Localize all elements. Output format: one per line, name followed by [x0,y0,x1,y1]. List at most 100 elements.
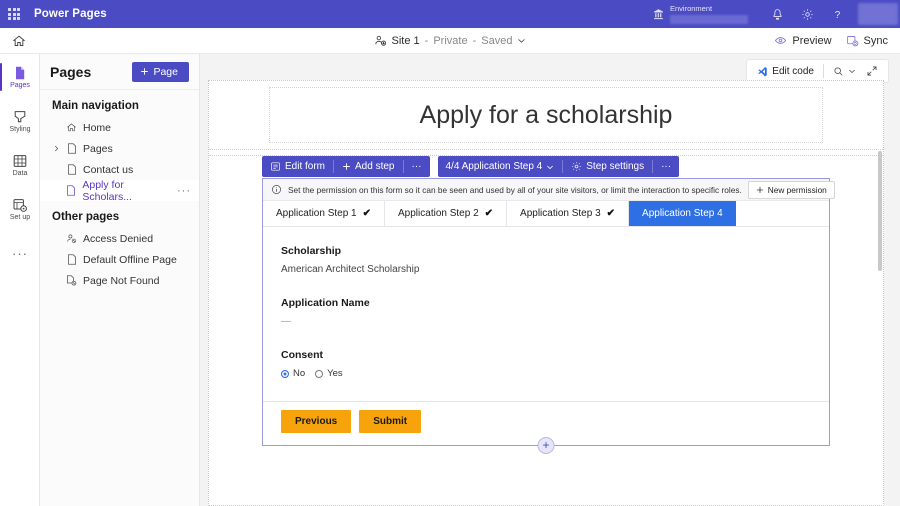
home-icon[interactable] [0,28,38,54]
check-icon: ✔ [485,208,493,219]
form-floating-toolbar: Edit form Add step ··· 4/4 Application S [262,156,679,177]
form-overflow-button[interactable]: ··· [404,156,430,177]
step-selector-dropdown[interactable]: 4/4 Application Step 4 [438,156,563,177]
add-page-label: Page [153,66,178,78]
edit-code-label: Edit code [772,66,814,77]
permission-banner: Set the permission on this form so it ca… [263,179,829,201]
zoom-control[interactable] [829,64,860,79]
sidebar-item-pages[interactable]: Pages [40,138,199,159]
tab-application-step-2[interactable]: Application Step 2 ✔ [385,201,507,226]
plus-icon [756,186,764,194]
add-section-button[interactable]: + [538,437,555,454]
plus-icon [140,67,149,76]
edit-form-label: Edit form [285,161,325,172]
radio-option-yes[interactable]: Yes [315,368,343,379]
expand-canvas-button[interactable] [862,63,882,79]
radio-option-no[interactable]: No [281,368,305,379]
sidebar-label-home: Home [83,122,111,134]
page-title: Apply for a scholarship [420,101,673,130]
field-value-scholarship: American Architect Scholarship [281,264,811,275]
site-sep-2: - [473,35,477,47]
sidebar-item-overflow-icon[interactable]: ··· [177,185,191,197]
edit-form-icon [270,161,281,172]
preview-button[interactable]: Preview [774,34,831,47]
field-consent: Consent No Yes [281,349,811,379]
page-file-icon [66,185,76,196]
check-icon: ✔ [363,208,371,219]
field-label-application-name: Application Name [281,297,811,309]
rail-label-setup: Set up [10,214,30,222]
command-bar-actions: Preview Sync [774,34,900,47]
rail-item-data[interactable]: Data [0,148,40,182]
settings-gear-icon [571,161,582,172]
site-save-status: Saved [481,35,512,47]
sidebar-item-contact-us[interactable]: Contact us [40,159,199,180]
canvas-toolbar: Edit code [747,60,888,82]
design-canvas: Edit code Apply for a scholarship [200,54,900,506]
edit-form-button[interactable]: Edit form [262,156,333,177]
form-card[interactable]: Set the permission on this form so it ca… [262,178,830,446]
rail-item-styling[interactable]: Styling [0,104,40,138]
hero-section[interactable]: Apply for a scholarship [269,87,823,143]
form-body: Scholarship American Architect Scholarsh… [263,227,829,379]
sidebar-item-home[interactable]: Home [40,117,199,138]
previous-button[interactable]: Previous [281,410,351,433]
rail-item-more[interactable]: ··· [0,236,40,270]
site-name: Site 1 [392,35,420,47]
plus-icon [342,162,351,171]
edit-code-button[interactable]: Edit code [753,64,818,79]
app-title: Power Pages [34,8,107,20]
toolbar-divider [823,64,824,78]
sidebar-item-page-not-found[interactable]: Page Not Found [40,270,199,291]
expand-diagonal-icon [866,65,878,77]
check-icon: ✔ [607,208,615,219]
account-avatar[interactable] [858,3,898,25]
site-people-icon [374,34,387,47]
site-selector[interactable]: Site 1 - Private - Saved [335,34,565,47]
tab-application-step-1[interactable]: Application Step 1 ✔ [263,201,385,226]
chevron-down-icon [546,163,554,171]
tab-application-step-3[interactable]: Application Step 3 ✔ [507,201,629,226]
pages-panel-header: Pages Page [40,54,199,90]
chevron-right-icon[interactable] [53,145,60,152]
help-question-icon[interactable]: ? [822,0,852,28]
radio-dot-yes[interactable] [315,370,323,378]
sidebar-label-default-offline-page: Default Offline Page [83,254,177,266]
canvas-scrollbar[interactable] [878,151,882,271]
step-2-label: Application Step 2 [398,208,479,219]
field-label-scholarship: Scholarship [281,245,811,257]
rail-item-setup[interactable]: Set up [0,192,40,226]
topbar-right-cluster: Environment ? [646,0,900,28]
step-overflow-button[interactable]: ··· [653,156,679,177]
form-toolbar-right: 4/4 Application Step 4 Step settings ··· [438,156,680,177]
field-value-application-name: — [281,316,811,327]
rail-item-pages[interactable]: Pages [0,60,40,94]
add-page-button[interactable]: Page [132,62,189,82]
command-bar: Site 1 - Private - Saved Preview Sync [0,28,900,54]
environment-selector[interactable]: Environment [670,0,748,28]
chevron-down-icon [848,67,856,75]
step-settings-button[interactable]: Step settings [563,156,652,177]
submit-button[interactable]: Submit [359,410,421,433]
preview-label: Preview [792,35,831,47]
vscode-icon [757,66,768,77]
waffle-grid-icon[interactable] [0,0,28,28]
settings-gear-icon[interactable] [792,0,822,28]
styling-brush-icon [12,109,28,125]
new-permission-button[interactable]: New permission [748,181,835,199]
sidebar-label-contact-us: Contact us [83,164,133,176]
tab-application-step-4[interactable]: Application Step 4 [629,201,736,226]
sidebar-item-default-offline-page[interactable]: Default Offline Page [40,249,199,270]
radio-dot-no[interactable] [281,370,289,378]
setup-gear-icon [12,197,28,213]
page-file-icon [66,143,77,154]
chevron-down-icon[interactable] [517,36,526,45]
notifications-bell-icon[interactable] [762,0,792,28]
sidebar-item-apply-for-scholarship[interactable]: Apply for Scholars... ··· [40,180,199,201]
environment-icon[interactable] [646,8,670,21]
sidebar-item-access-denied[interactable]: Access Denied [40,228,199,249]
sync-button[interactable]: Sync [846,34,888,47]
step-4-label: Application Step 4 [642,208,723,219]
add-step-button[interactable]: Add step [334,156,402,177]
overflow-dots-icon: ··· [12,246,28,261]
